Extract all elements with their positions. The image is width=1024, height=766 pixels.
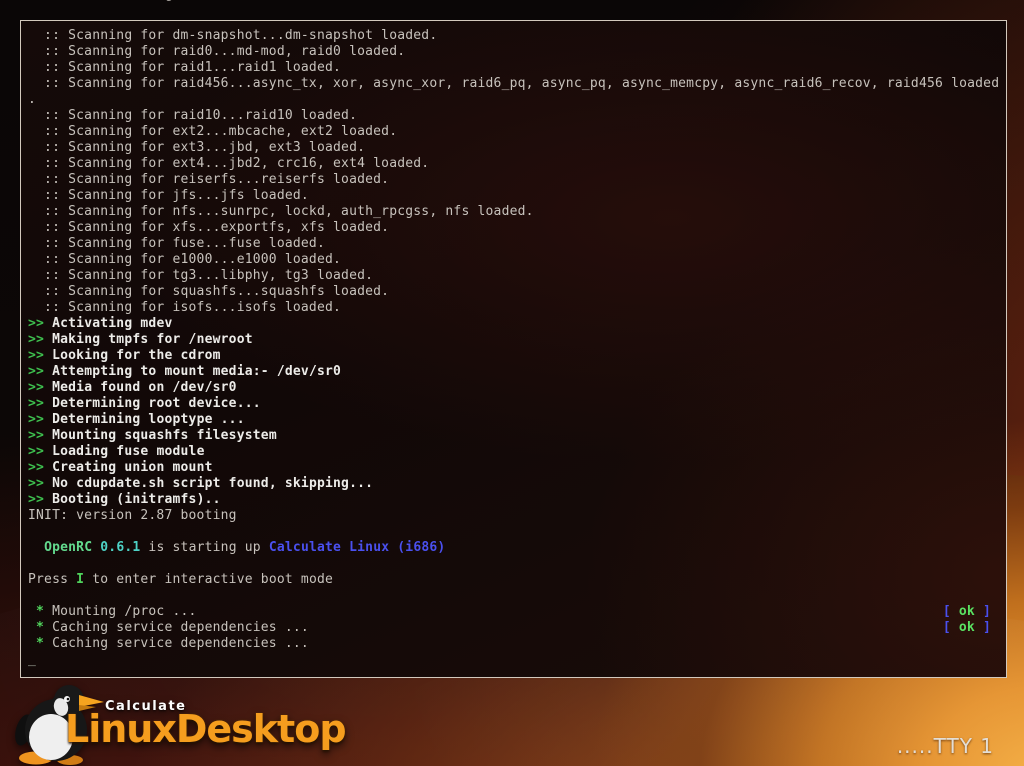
console-line <box>28 588 1000 604</box>
status-ok-badge: [ ok ] <box>943 604 991 620</box>
console-line: Press I to enter interactive boot mode <box>28 572 1000 588</box>
console-line: :: Scanning for tg3...libphy, tg3 loaded… <box>28 268 1000 284</box>
console-line: :: Scanning for ext3...jbd, ext3 loaded. <box>28 140 1000 156</box>
console-line: _ <box>28 652 1000 668</box>
console-line: INIT: version 2.87 booting <box>28 508 1000 524</box>
console-line: :: Scanning for raid1...raid1 loaded. <box>28 60 1000 76</box>
console-line: >> Determining looptype ... <box>28 412 1000 428</box>
console-line: :: Scanning for raid0...md-mod, raid0 lo… <box>28 44 1000 60</box>
console-line: * Caching service dependencies ... <box>28 636 1000 652</box>
console-line: >> Mounting squashfs filesystem <box>28 428 1000 444</box>
console-line: >> Creating union mount <box>28 460 1000 476</box>
console-lines: :: Scanning for dm-snapshot...dm-snapsho… <box>21 21 1006 677</box>
calculate-linux-logo: Calculate LinuxDesktop <box>8 680 308 766</box>
console-line: >> Activating mdev <box>28 316 1000 332</box>
console-line: :: Scanning for reiserfs...reiserfs load… <box>28 172 1000 188</box>
console-line: >> Loading fuse module <box>28 444 1000 460</box>
console-line: :: Scanning for nfs...sunrpc, lockd, aut… <box>28 204 1000 220</box>
console-line: :: Scanning for fuse...fuse loaded. <box>28 236 1000 252</box>
console-line: :: Scanning for jfs...jfs loaded. <box>28 188 1000 204</box>
console-line: >> Attempting to mount media:- /dev/sr0 <box>28 364 1000 380</box>
console-line <box>28 556 1000 572</box>
console-line: * Caching service dependencies ...[ ok ] <box>28 620 1000 636</box>
console-line <box>28 524 1000 540</box>
console-line: :: Scanning for raid456...async_tx, xor,… <box>28 76 1000 92</box>
console-line: OpenRC 0.6.1 is starting up Calculate Li… <box>28 540 1000 556</box>
console-line: >> No cdupdate.sh script found, skipping… <box>28 476 1000 492</box>
console-line: :: Scanning for ext2...mbcache, ext2 loa… <box>28 124 1000 140</box>
brand-linuxdesktop-label: LinuxDesktop <box>65 707 346 751</box>
console-line: >> Determining root device... <box>28 396 1000 412</box>
console-line: :: Scanning for ext4...jbd2, crc16, ext4… <box>28 156 1000 172</box>
console-line: >> Media found on /dev/sr0 <box>28 380 1000 396</box>
console-line: :: Scanning for raid10...raid10 loaded. <box>28 108 1000 124</box>
console-line: >> Looking for the cdrom <box>28 348 1000 364</box>
console-line: . <box>28 92 1000 108</box>
console-line: >> Making tmpfs for /newroot <box>28 332 1000 348</box>
console-line: :: Scanning for isofs...isofs loaded. <box>28 300 1000 316</box>
boot-console: :: Scanning for dm-snapshot...dm-snapsho… <box>20 20 1007 678</box>
clipped-scroll-line: :: Scanning for dm-mod...dm-mod loaded. <box>85 0 705 3</box>
console-line: :: Scanning for e1000...e1000 loaded. <box>28 252 1000 268</box>
console-line: * Mounting /proc ...[ ok ] <box>28 604 1000 620</box>
console-line: >> Booting (initramfs).. <box>28 492 1000 508</box>
console-line: :: Scanning for squashfs...squashfs load… <box>28 284 1000 300</box>
console-line: :: Scanning for xfs...exportfs, xfs load… <box>28 220 1000 236</box>
console-line: :: Scanning for dm-snapshot...dm-snapsho… <box>28 28 1000 44</box>
boot-splash-screen: :: Scanning for dm-mod...dm-mod loaded. … <box>0 0 1024 766</box>
tty-indicator: .....TTY 1 <box>897 734 994 758</box>
status-ok-badge: [ ok ] <box>943 620 991 636</box>
